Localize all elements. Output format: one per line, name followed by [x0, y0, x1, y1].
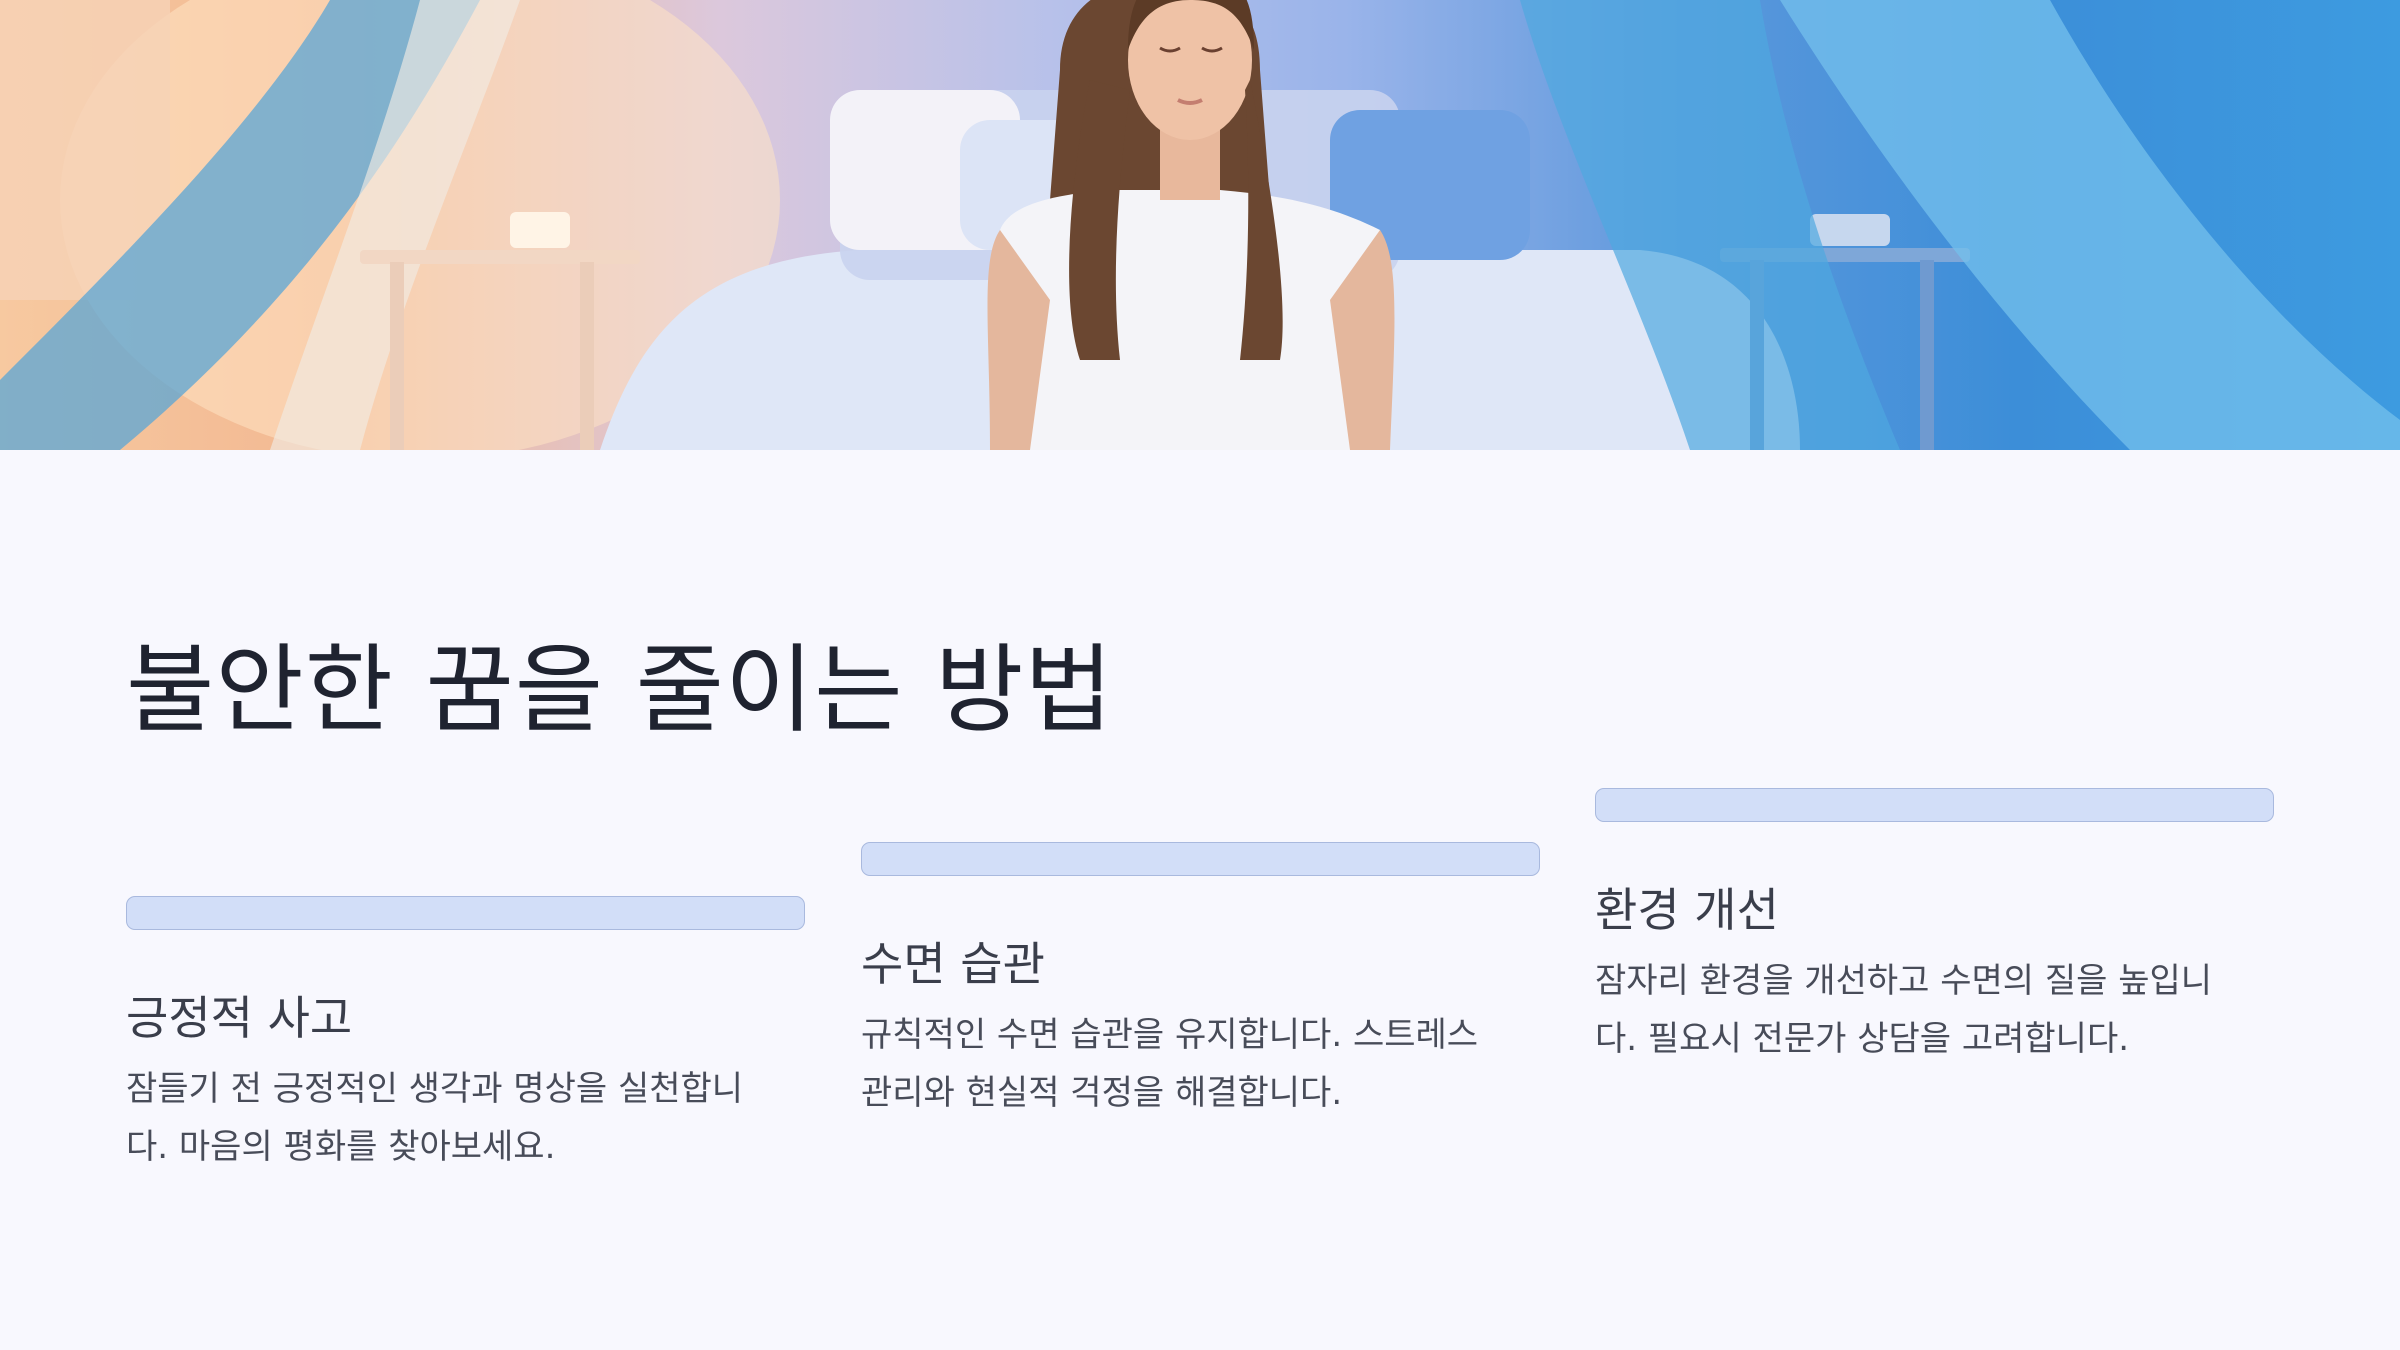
card-body-line: 관리와 현실적 걱정을 해결합니다. [861, 1073, 1343, 1113]
card-body-line: 잠들기 전 긍정적인 생각과 명상을 실천합니 [126, 1069, 744, 1109]
page-title: 불안한 꿈을 줄이는 방법 [126, 634, 1114, 746]
card-body-line: 잠자리 환경을 개선하고 수면의 질을 높입니 [1595, 961, 2213, 1001]
card-accent-bar [126, 896, 805, 930]
card-body-line: 다. 마음의 평화를 찾아보세요. [126, 1127, 556, 1167]
card-positive-thinking: 긍정적 사고 잠들기 전 긍정적인 생각과 명상을 실천합니 다. 마음의 평화… [126, 896, 805, 1176]
card-environment: 환경 개선 잠자리 환경을 개선하고 수면의 질을 높입니 다. 필요시 전문가… [1595, 788, 2274, 1068]
meditation-bedroom-illustration [0, 0, 2400, 450]
card-accent-bar [861, 842, 1540, 876]
card-body-line: 다. 필요시 전문가 상담을 고려합니다. [1595, 1019, 2130, 1059]
card-sleep-habits: 수면 습관 규칙적인 수면 습관을 유지합니다. 스트레스 관리와 현실적 걱정… [861, 842, 1540, 1122]
card-accent-bar [1595, 788, 2274, 822]
card-heading: 수면 습관 [861, 937, 1045, 991]
hero-image [0, 0, 2400, 450]
card-body-line: 규칙적인 수면 습관을 유지합니다. 스트레스 [861, 1015, 1479, 1055]
card-heading: 환경 개선 [1595, 883, 1779, 937]
card-heading: 긍정적 사고 [126, 991, 353, 1045]
